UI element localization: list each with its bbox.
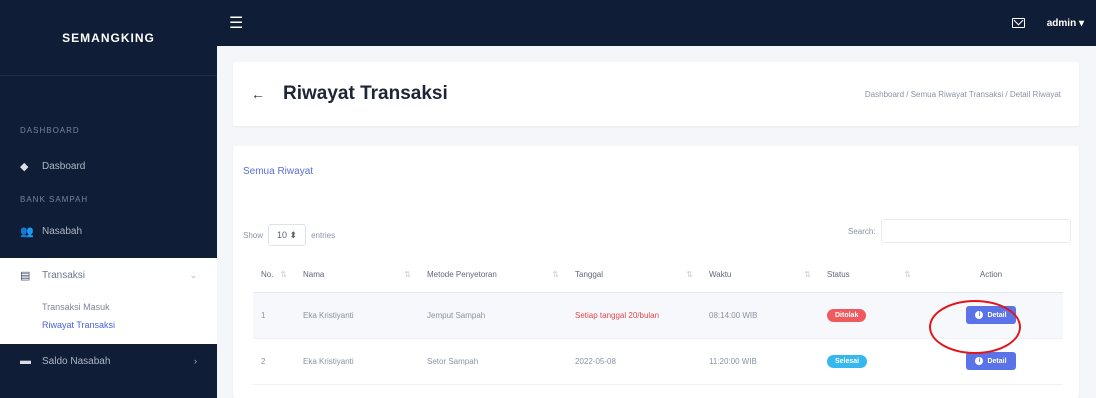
column-header-nama[interactable]: Nama ⇅ (295, 258, 419, 293)
cell-waktu: 11:20:00 WIB (701, 338, 819, 385)
search-input[interactable] (880, 219, 1071, 243)
breadcrumb[interactable]: Dashboard / Semua Riwayat Transaksi / De… (865, 90, 1061, 99)
cell-nama: Eka Kristiyanti (295, 292, 419, 339)
search-control: Search: (848, 219, 1071, 243)
transactions-card: Semua Riwayat Show 10 ⬍ entries Search: … (233, 146, 1079, 398)
page-header: ← Riwayat Transaksi Dashboard / Semua Ri… (233, 62, 1079, 126)
sidebar-section-bank-sampah: BANK SAMPAH (20, 195, 89, 204)
sidebar-item-dashboard[interactable]: ◆ Dasboard (0, 149, 217, 183)
column-header-action[interactable]: Action (919, 258, 1063, 293)
status-badge: Ditolak (827, 308, 867, 322)
column-header-tanggal[interactable]: Tanggal ⇅ (567, 258, 701, 293)
sidebar-item-label: Nasabah (42, 225, 83, 237)
back-arrow-icon[interactable]: ← (251, 86, 265, 102)
highlight-annotation (929, 300, 1021, 354)
topbar: ☰ admin ▾ (217, 0, 1096, 46)
sidebar-item-label: Dasboard (42, 160, 86, 172)
cell-no: 2 (253, 338, 295, 385)
cell-metode: Setor Sampah (419, 338, 567, 385)
cell-waktu: 08:14:00 WIB (701, 292, 819, 339)
sidebar: SEMANGKING DASHBOARD ◆ Dasboard BANK SAM… (0, 0, 217, 398)
detail-button[interactable]: i Detail (966, 352, 1016, 370)
user-menu[interactable]: admin ▾ (1047, 18, 1084, 29)
mail-icon[interactable] (1011, 18, 1025, 28)
sort-icon: ⇅ (552, 270, 559, 280)
page-title: Riwayat Transaksi (283, 83, 448, 104)
search-label: Search: (848, 226, 876, 236)
table-header-row: No. ⇅ Nama ⇅ Metode Penyetoran ⇅ Tanggal ⇅ W… (253, 258, 1063, 293)
document-icon: ▤ (20, 269, 31, 282)
sort-icon: ⇅ (904, 270, 911, 280)
sidebar-section-dashboard: DASHBOARD (20, 126, 80, 135)
cell-nama: Eka Kristiyanti (295, 338, 419, 385)
hamburger-icon[interactable]: ☰ (229, 13, 243, 33)
wallet-icon: ▬ (20, 355, 31, 367)
sort-icon: ⇅ (686, 270, 693, 280)
users-icon: 👥 (20, 225, 34, 238)
column-header-waktu[interactable]: Waktu ⇅ (701, 258, 819, 293)
brand-name: SEMANGKING (62, 30, 155, 45)
sidebar-item-label: Transaksi (42, 269, 85, 281)
detail-button-label: Detail (987, 357, 1007, 365)
cell-tanggal: Setiap tanggal 20/bulan (567, 292, 701, 339)
sidebar-subitem-transaksi-masuk[interactable]: Transaksi Masuk (42, 298, 217, 316)
show-label: Show (243, 230, 264, 240)
column-header-status[interactable]: Status ⇅ (819, 258, 919, 293)
entries-select[interactable]: 10 ⬍ (268, 224, 307, 246)
topbar-right: admin ▾ (1011, 18, 1084, 29)
cell-status: Selesai (819, 338, 919, 385)
status-badge: Selesai (827, 354, 868, 368)
entries-label: entries (311, 230, 336, 240)
card-title: Semua Riwayat (243, 166, 314, 177)
cell-no: 1 (253, 292, 295, 339)
sidebar-submenu-transaksi: Transaksi Masuk Riwayat Transaksi (0, 292, 217, 344)
sidebar-subitem-riwayat-transaksi[interactable]: Riwayat Transaksi (42, 316, 217, 334)
sort-icon: ⇅ (804, 270, 811, 280)
cell-metode: Jemput Sampah (419, 292, 567, 339)
column-header-no[interactable]: No. ⇅ (253, 258, 295, 293)
sidebar-item-nasabah[interactable]: 👥 Nasabah (0, 214, 217, 248)
sort-icon: ⇅ (280, 270, 287, 280)
chevron-right-icon: › (194, 356, 197, 366)
cell-tanggal: 2022-05-08 (567, 338, 701, 385)
info-icon: i (975, 357, 984, 365)
column-header-metode[interactable]: Metode Penyetoran ⇅ (419, 258, 567, 293)
sidebar-item-saldo-nasabah[interactable]: ▬ Saldo Nasabah › (0, 344, 217, 378)
sidebar-item-transaksi[interactable]: ▤ Transaksi ⌄ (0, 258, 217, 292)
chevron-down-icon: ⌄ (189, 269, 197, 280)
brand[interactable]: SEMANGKING (0, 0, 217, 76)
cell-status: Ditolak (819, 292, 919, 339)
entries-control: Show 10 ⬍ entries (243, 224, 335, 246)
sort-icon: ⇅ (404, 270, 411, 280)
sidebar-item-label: Saldo Nasabah (42, 355, 111, 367)
home-icon: ◆ (20, 160, 29, 173)
